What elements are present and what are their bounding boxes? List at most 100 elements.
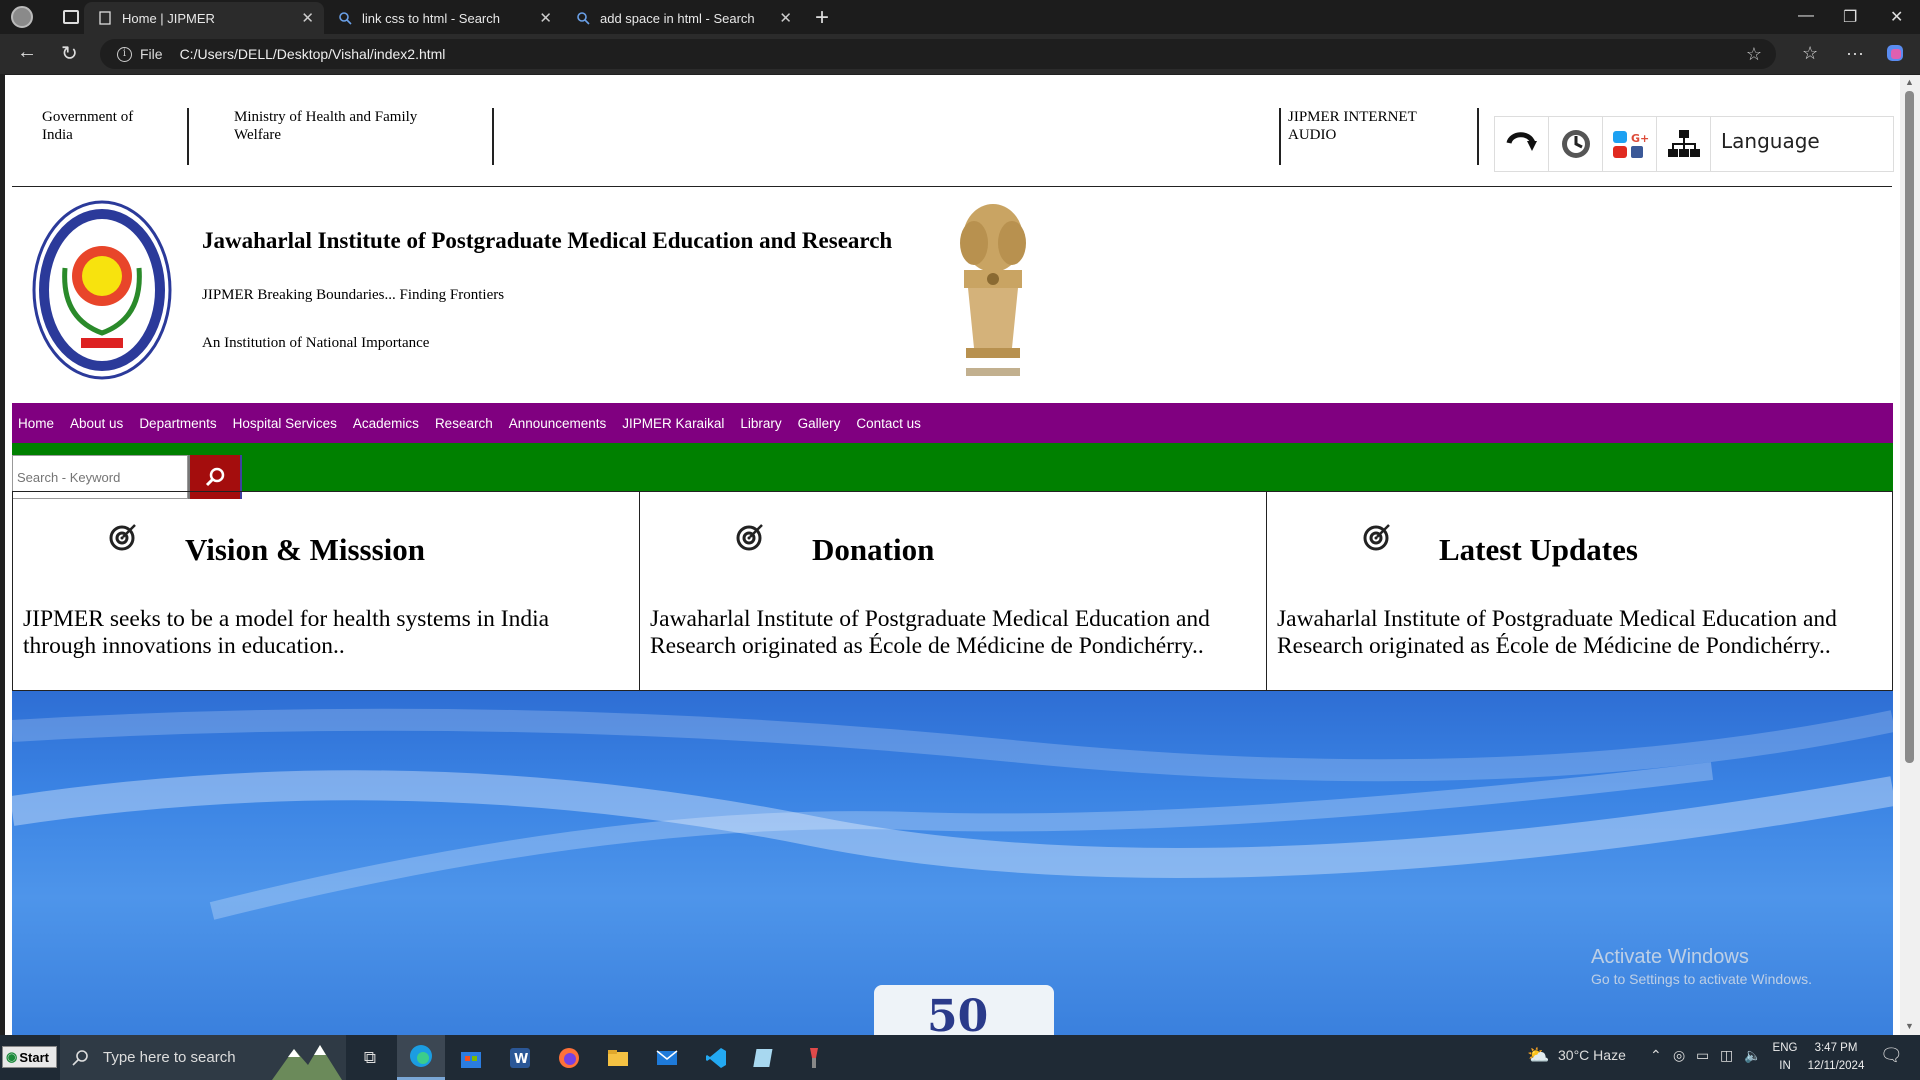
tab-title: Home | JIPMER xyxy=(122,10,215,26)
wifi-icon[interactable]: ◫ xyxy=(1720,1047,1733,1064)
menu-hospital-services[interactable]: Hospital Services xyxy=(233,416,337,431)
search-icon xyxy=(339,12,352,25)
sitemap-icon[interactable] xyxy=(1657,117,1711,171)
address-toolbar: ← ↻ i File C:/Users/DELL/Desktop/Vishal/… xyxy=(0,34,1920,74)
target-icon xyxy=(1363,524,1390,551)
vscode-icon[interactable] xyxy=(692,1035,740,1080)
word-icon[interactable]: W xyxy=(496,1035,544,1080)
accessibility-icon[interactable] xyxy=(1549,117,1603,171)
language-selector[interactable]: Language xyxy=(1721,129,1820,171)
url-text[interactable]: C:/Users/DELL/Desktop/Vishal/index2.html xyxy=(180,46,446,62)
card-title: Vision & Misssion xyxy=(185,532,426,567)
minimize-button[interactable]: — xyxy=(1798,7,1814,25)
meet-now-icon[interactable]: ◎ xyxy=(1673,1047,1685,1064)
internet-audio-link[interactable]: JIPMER INTERNET AUDIO xyxy=(1288,108,1438,144)
divider xyxy=(187,108,189,165)
close-tab-icon[interactable]: ✕ xyxy=(539,9,552,27)
menu-academics[interactable]: Academics xyxy=(353,416,419,431)
search-placeholder: Type here to search xyxy=(103,1049,236,1066)
show-hidden-icons[interactable]: ⌃ xyxy=(1650,1047,1662,1064)
menu-library[interactable]: Library xyxy=(740,416,781,431)
paint-icon[interactable] xyxy=(790,1035,838,1080)
close-tab-icon[interactable]: ✕ xyxy=(301,9,314,27)
scroll-thumb[interactable] xyxy=(1905,91,1914,763)
search-icon xyxy=(72,1049,88,1066)
svg-text:50: 50 xyxy=(927,991,988,1035)
more-options-icon[interactable]: ··· xyxy=(1846,43,1864,64)
gov-of-india-link[interactable]: Government of India xyxy=(42,108,152,144)
menu-departments[interactable]: Departments xyxy=(139,416,216,431)
social-media-icon[interactable]: G+ xyxy=(1603,117,1657,171)
tab-title: add space in html - Search xyxy=(600,10,755,26)
notifications-icon[interactable]: 🗨 xyxy=(1880,1045,1903,1066)
skip-content-icon[interactable] xyxy=(1495,117,1549,171)
language-indicator[interactable]: ENG IN xyxy=(1770,1039,1800,1075)
copilot-icon[interactable] xyxy=(1885,43,1905,63)
restore-button[interactable]: ❐ xyxy=(1843,7,1857,27)
volume-icon[interactable]: 🔈 xyxy=(1744,1047,1761,1064)
refresh-icon[interactable]: ↻ xyxy=(61,41,78,66)
start-button[interactable]: ◉ Start xyxy=(2,1046,57,1068)
card-text: JIPMER seeks to be a model for health sy… xyxy=(23,606,550,659)
address-bar[interactable]: i File C:/Users/DELL/Desktop/Vishal/inde… xyxy=(100,39,1776,69)
favorite-star-icon[interactable]: ☆ xyxy=(1746,44,1762,65)
store-icon[interactable] xyxy=(447,1035,495,1080)
menu-contact-us[interactable]: Contact us xyxy=(856,416,921,431)
search-icon xyxy=(577,12,590,25)
scroll-up-icon[interactable]: ▲ xyxy=(1905,77,1914,87)
tab-search-1[interactable]: link css to html - Search ✕ xyxy=(324,2,562,34)
menu-gallery[interactable]: Gallery xyxy=(798,416,841,431)
menu-research[interactable]: Research xyxy=(435,416,493,431)
menu-announcements[interactable]: Announcements xyxy=(509,416,607,431)
task-view-icon[interactable]: ⧉ xyxy=(346,1035,394,1080)
institute-title: Jawaharlal Institute of Postgraduate Med… xyxy=(202,228,893,253)
svg-text:W: W xyxy=(514,1052,528,1067)
mail-icon[interactable] xyxy=(643,1035,691,1080)
card-text: Jawaharlal Institute of Postgraduate Med… xyxy=(1277,606,1837,659)
file-explorer-icon[interactable] xyxy=(594,1035,642,1080)
notepad-icon[interactable] xyxy=(741,1035,789,1080)
divider xyxy=(1279,108,1281,165)
card-vision-mission: Vision & Misssion JIPMER seeks to be a m… xyxy=(12,492,639,690)
target-icon xyxy=(109,524,136,551)
mountain-icon xyxy=(272,1045,342,1080)
firefox-icon[interactable] xyxy=(545,1035,593,1080)
divider xyxy=(492,108,494,165)
close-tab-icon[interactable]: ✕ xyxy=(779,9,792,27)
edge-browser-icon[interactable] xyxy=(397,1035,445,1080)
favorites-icon[interactable]: ☆ xyxy=(1802,43,1818,64)
info-cards: Vision & Misssion JIPMER seeks to be a m… xyxy=(12,491,1893,691)
scroll-down-icon[interactable]: ▼ xyxy=(1905,1021,1914,1031)
watermark-title: Activate Windows xyxy=(1591,946,1749,968)
web-page: Government of India Ministry of Health a… xyxy=(5,75,1900,1035)
page-scrollbar[interactable]: ▲ ▼ xyxy=(1900,75,1920,1035)
back-icon[interactable]: ← xyxy=(17,41,37,64)
card-text: Jawaharlal Institute of Postgraduate Med… xyxy=(650,606,1210,659)
jipmer-logo xyxy=(32,200,172,380)
close-window-button[interactable]: ✕ xyxy=(1890,7,1903,27)
network-icon[interactable]: ▭ xyxy=(1696,1047,1709,1064)
weather-icon[interactable]: ⛅ xyxy=(1527,1045,1549,1066)
new-tab-button[interactable]: + xyxy=(815,4,829,32)
tab-actions-icon[interactable] xyxy=(63,10,79,24)
windows-taskbar: ◉ Start Type here to search ⧉ W ⛅ 30°C Ha… xyxy=(0,1035,1920,1080)
info-icon[interactable]: i xyxy=(117,46,132,62)
tab-search-2[interactable]: add space in html - Search ✕ xyxy=(562,2,802,34)
menu-about-us[interactable]: About us xyxy=(70,416,123,431)
region-code: IN xyxy=(1779,1060,1791,1072)
tab-home-jipmer[interactable]: Home | JIPMER ✕ xyxy=(84,2,324,34)
tab-title: link css to html - Search xyxy=(362,10,500,26)
activate-windows-watermark: Activate Windows Go to Settings to activ… xyxy=(1591,946,1812,987)
divider xyxy=(1477,108,1479,165)
main-menu: Home About us Departments Hospital Servi… xyxy=(12,403,1893,443)
clock[interactable]: 3:47 PM 12/11/2024 xyxy=(1806,1039,1866,1075)
menu-jipmer-karaikal[interactable]: JIPMER Karaikal xyxy=(622,416,724,431)
weather-text[interactable]: 30°C Haze xyxy=(1558,1047,1626,1063)
profile-avatar[interactable] xyxy=(11,6,33,28)
taskbar-search[interactable]: Type here to search xyxy=(60,1035,346,1080)
ministry-link[interactable]: Ministry of Health and Family Welfare xyxy=(234,108,454,144)
menu-home[interactable]: Home xyxy=(18,416,54,431)
card-title: Donation xyxy=(812,532,935,567)
page-icon xyxy=(99,11,111,25)
clock-time: 3:47 PM xyxy=(1814,1042,1858,1054)
